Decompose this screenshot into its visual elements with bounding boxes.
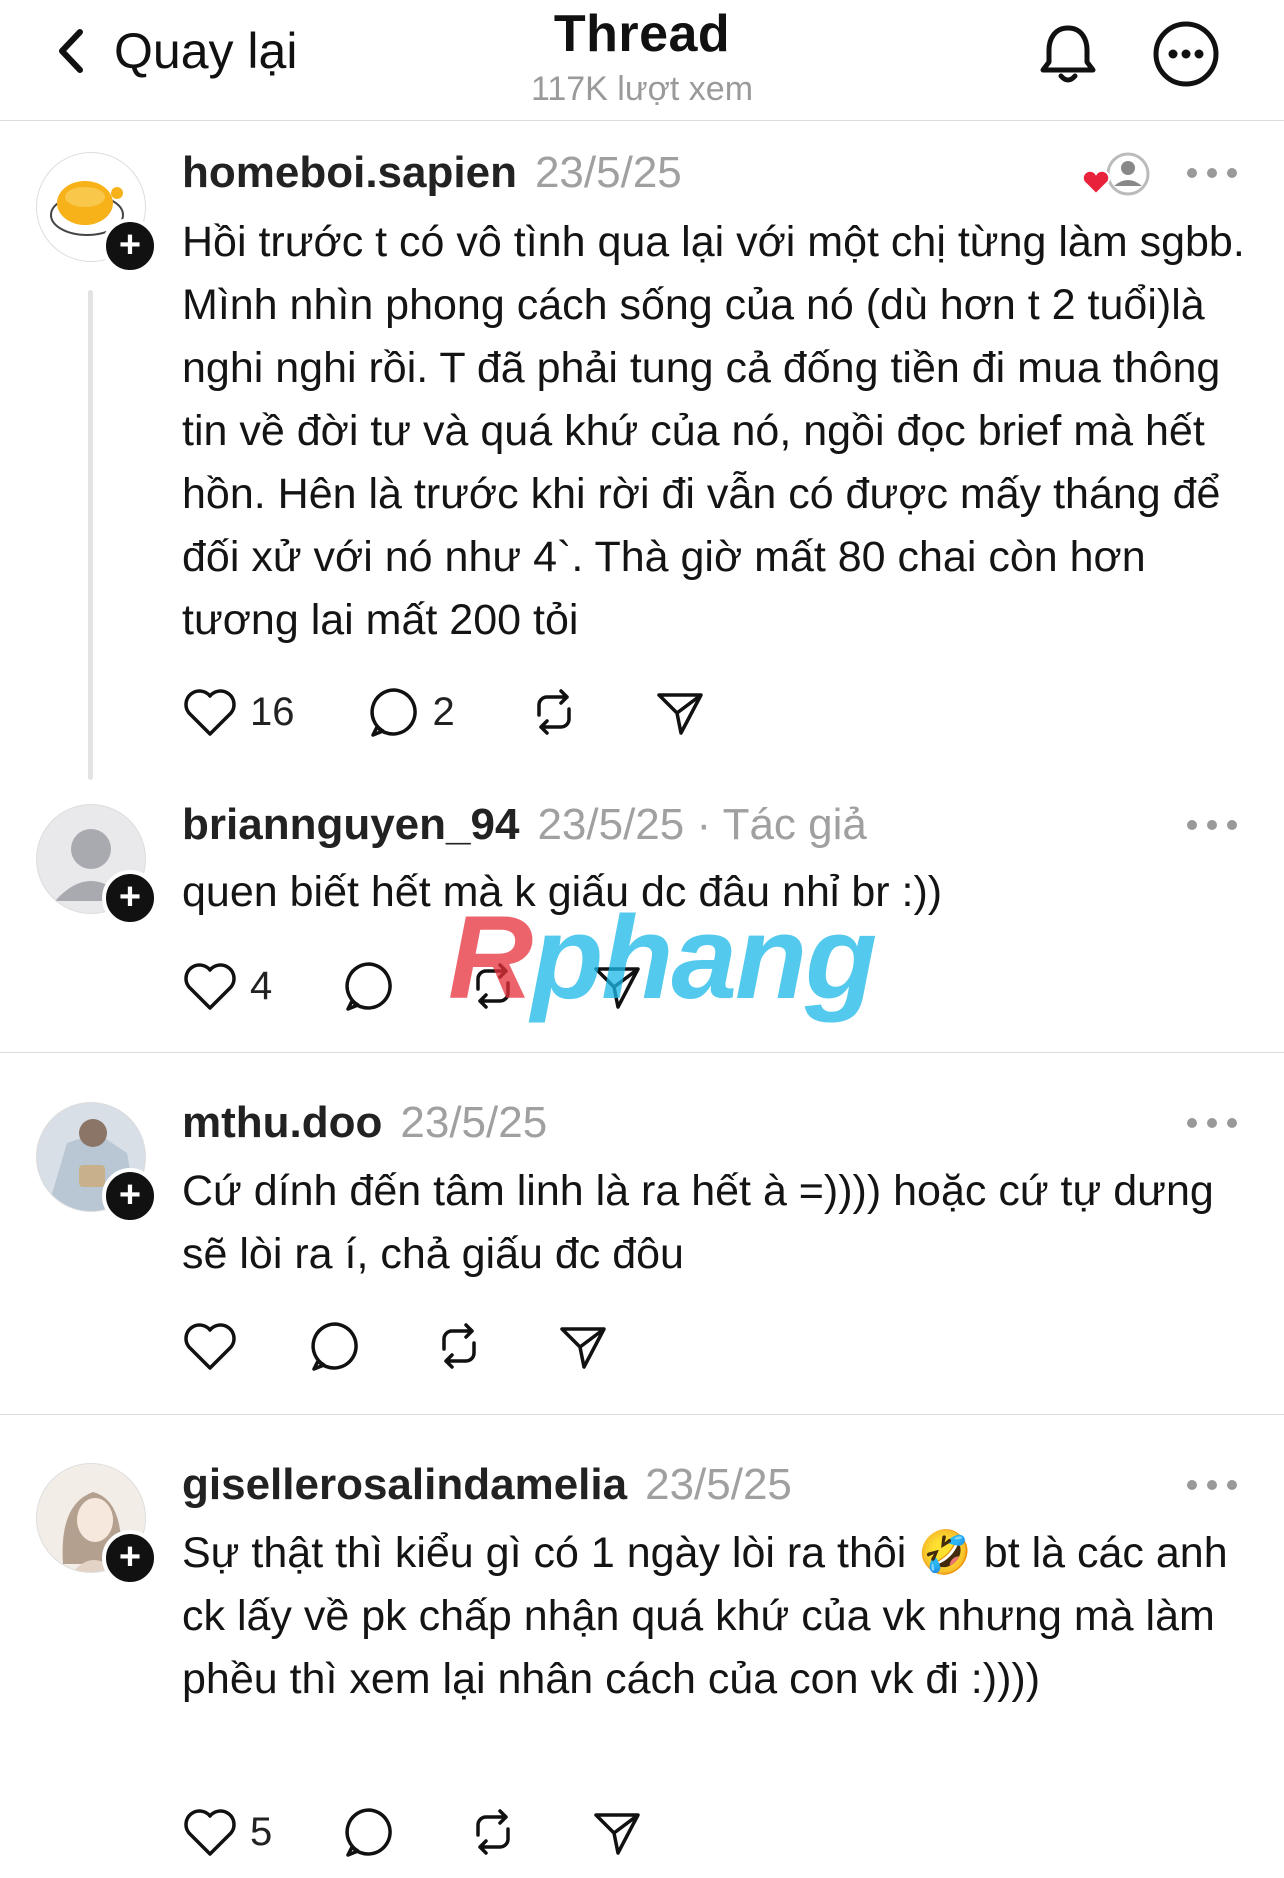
reply-count: 2: [432, 689, 455, 734]
post-text: quen biết hết mà k giấu dc đâu nhỉ br :)…: [182, 868, 943, 916]
reply-button[interactable]: [342, 1805, 396, 1859]
divider: [0, 1414, 1284, 1415]
post-meta: homeboi.sapien 23/5/25: [182, 148, 682, 198]
share-icon: [594, 1813, 640, 1855]
like-button[interactable]: 4: [182, 960, 272, 1012]
heart-icon: [184, 689, 236, 736]
thread-line: [88, 290, 93, 780]
like-count: 4: [250, 963, 273, 1008]
username[interactable]: mthu.doo: [182, 1098, 382, 1147]
username[interactable]: homeboi.sapien: [182, 148, 517, 197]
more-dots-icon[interactable]: [1184, 1475, 1240, 1495]
repost-button[interactable]: [466, 1805, 520, 1859]
heart-icon: [184, 1809, 236, 1856]
share-icon: [657, 693, 703, 735]
share-icon: [594, 967, 640, 1009]
heart-icon: [184, 963, 236, 1010]
comment-icon: [345, 962, 393, 1011]
more-circle-icon[interactable]: [1150, 18, 1222, 90]
repost-icon: [537, 689, 571, 735]
more-dots-icon[interactable]: [1184, 1113, 1240, 1133]
repost-button[interactable]: [466, 959, 520, 1013]
action-bar: 16 2: [182, 682, 707, 742]
post-text: Hồi trước t có vô tình qua lại với một c…: [182, 218, 1245, 644]
post-meta: gisellerosalindamelia 23/5/25: [182, 1460, 792, 1510]
like-count: 5: [250, 1809, 273, 1854]
comment-icon: [369, 688, 417, 737]
bell-icon[interactable]: [1032, 18, 1104, 90]
post-text: Sự thật thì kiểu gì có 1 ngày lòi ra thô…: [182, 1529, 1228, 1703]
share-icon: [560, 1327, 606, 1369]
follow-plus-icon[interactable]: +: [102, 1168, 158, 1224]
reply-button[interactable]: [308, 1319, 362, 1373]
post-meta: mthu.doo 23/5/25: [182, 1098, 547, 1148]
share-button[interactable]: [653, 685, 707, 739]
repost-icon: [476, 1809, 510, 1855]
heart-icon: [184, 1323, 236, 1370]
repost-icon: [442, 1323, 476, 1369]
like-button[interactable]: 16: [182, 686, 295, 738]
reply-button[interactable]: 2: [367, 685, 455, 739]
like-button[interactable]: 5: [182, 1806, 272, 1858]
post-date: 23/5/25: [537, 800, 685, 849]
post-date: 23/5/25: [400, 1098, 548, 1147]
share-button[interactable]: [590, 959, 644, 1013]
more-dots-icon[interactable]: [1184, 163, 1240, 183]
reply-button[interactable]: [342, 959, 396, 1013]
author-tag: · Tác giả: [696, 800, 867, 849]
share-button[interactable]: [590, 1805, 644, 1859]
repost-button[interactable]: [432, 1319, 486, 1373]
action-bar: 4: [182, 956, 644, 1016]
action-bar: 5: [182, 1802, 644, 1862]
post-date: 23/5/25: [645, 1460, 792, 1509]
like-count: 16: [250, 689, 295, 734]
like-button[interactable]: [182, 1320, 238, 1372]
username[interactable]: briannguyen_94: [182, 800, 519, 849]
repost-button[interactable]: [527, 685, 581, 739]
post-date: 23/5/25: [534, 148, 682, 197]
username[interactable]: gisellerosalindamelia: [182, 1460, 627, 1509]
repost-icon: [476, 963, 510, 1009]
follow-plus-icon[interactable]: +: [102, 218, 158, 274]
action-bar: [182, 1316, 610, 1376]
post-text: Cứ dính đến tâm linh là ra hết à =)))) h…: [182, 1167, 1214, 1278]
divider: [0, 1052, 1284, 1053]
top-bar: Quay lại Thread 117K lượt xem: [0, 0, 1284, 121]
comment-icon: [311, 1322, 358, 1371]
liked-by-avatar-icon[interactable]: [1078, 152, 1158, 200]
post-meta: briannguyen_94 23/5/25 · Tác giả: [182, 800, 867, 850]
follow-plus-icon[interactable]: +: [102, 870, 158, 926]
follow-plus-icon[interactable]: +: [102, 1530, 158, 1586]
comment-icon: [345, 1808, 393, 1857]
share-button[interactable]: [556, 1319, 610, 1373]
more-dots-icon[interactable]: [1184, 815, 1240, 835]
